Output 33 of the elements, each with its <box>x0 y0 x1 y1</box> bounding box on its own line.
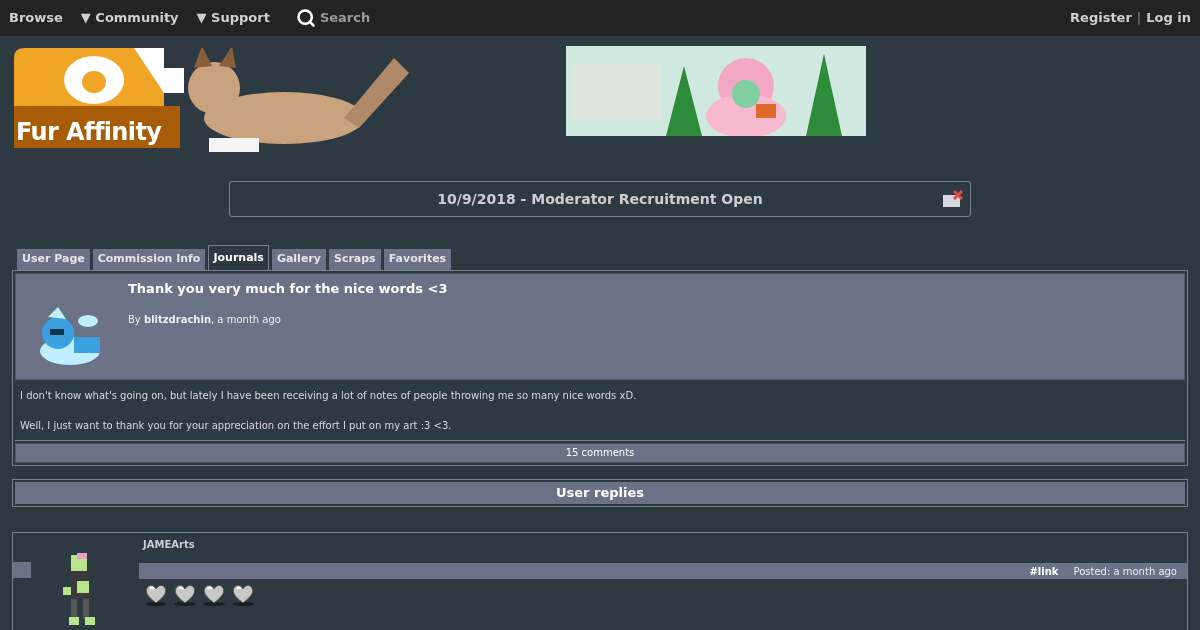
search-icon <box>295 8 316 28</box>
profile-tab[interactable]: Favorites <box>383 249 452 270</box>
site-logo[interactable]: Fur Affinity <box>14 48 424 160</box>
close-icon[interactable] <box>943 190 963 208</box>
posted-time: Posted: a month ago <box>1073 564 1177 579</box>
journal-title: Thank you very much for the nice words <3 <box>128 280 448 298</box>
search-field[interactable]: Search <box>295 8 400 28</box>
profile-tab[interactable]: Scraps <box>328 249 381 270</box>
nav-link[interactable]: ▼ Support <box>196 8 270 28</box>
journal-paragraph: I don't know what's going on, but lately I have been receiving a lot of notes of people throwing me so many nice words xD. <box>20 389 638 403</box>
reply-bar-stub <box>13 562 31 578</box>
notice-text: 10/9/2018 - Moderator Recruitment Open <box>437 189 763 209</box>
journal-byline: By blitzdrachin, a month ago <box>128 312 282 327</box>
heart-icon <box>172 582 198 606</box>
nav-link[interactable]: ▼ Community <box>80 8 179 28</box>
heart-icon <box>201 582 227 606</box>
profile-tab[interactable]: User Page <box>17 249 90 270</box>
heart-icon <box>230 582 256 606</box>
comments-link[interactable]: 15 comments <box>15 443 1185 463</box>
journal-paragraph: Well, I just want to thank you for your appreciation on the effort I put on my art :3 <3. <box>20 419 453 433</box>
nav-link[interactable]: Register <box>1070 8 1132 28</box>
nav-link[interactable]: Browse <box>9 8 63 28</box>
profile-tab[interactable]: Journals <box>208 245 269 270</box>
separator: | <box>1136 9 1142 28</box>
search-input[interactable]: Search <box>319 8 400 28</box>
profile-tab[interactable]: Gallery <box>271 249 326 270</box>
reply-username[interactable]: JAMEArts <box>139 537 1187 552</box>
heart-icon <box>143 582 169 606</box>
nav-link[interactable]: Log in <box>1146 8 1191 28</box>
profile-tab[interactable]: Commission Info <box>92 249 206 270</box>
logo-text: Fur Affinity <box>16 120 162 144</box>
permalink[interactable]: #link <box>1029 563 1059 579</box>
section-heading: User replies <box>15 482 1185 504</box>
